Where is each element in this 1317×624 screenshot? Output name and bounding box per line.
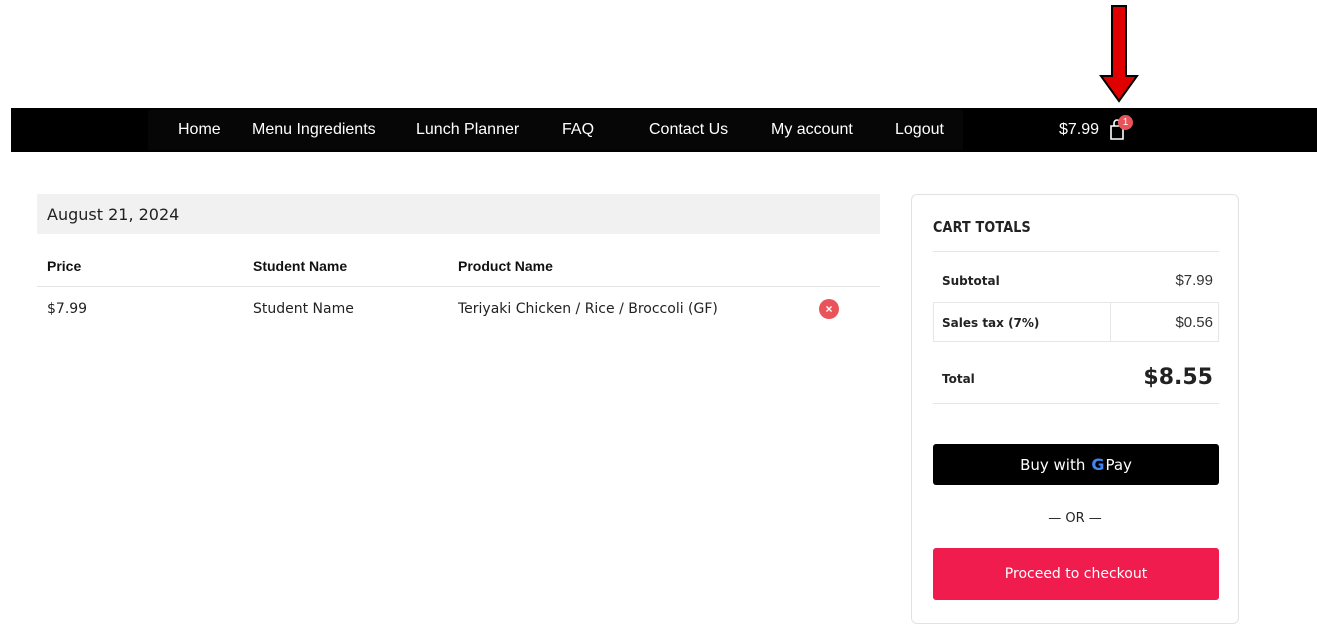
nav-link-my-account[interactable]: My account bbox=[771, 121, 853, 139]
shopping-bag-icon[interactable]: 1 bbox=[1107, 115, 1134, 142]
column-header-product-name: Product Name bbox=[458, 258, 553, 274]
google-pay-button[interactable]: Buy with G Pay bbox=[933, 444, 1219, 485]
divider bbox=[933, 302, 934, 341]
proceed-to-checkout-button[interactable]: Proceed to checkout bbox=[933, 548, 1219, 600]
nav-link-home[interactable]: Home bbox=[178, 121, 221, 139]
divider bbox=[933, 403, 1219, 404]
google-g-icon: G bbox=[1091, 455, 1105, 474]
cart-totals-panel: CART TOTALS Subtotal $7.99 Sales tax (7%… bbox=[911, 194, 1239, 624]
nav-link-faq[interactable]: FAQ bbox=[562, 121, 594, 139]
divider bbox=[933, 302, 1219, 303]
top-navigation-bar: Home Menu Ingredients Lunch Planner FAQ … bbox=[11, 108, 1317, 152]
remove-icon[interactable]: × bbox=[819, 299, 839, 319]
mini-cart[interactable]: $7.99 1 bbox=[1059, 115, 1134, 142]
red-arrow-down-icon bbox=[1099, 5, 1139, 103]
total-label: Total bbox=[942, 372, 975, 386]
divider bbox=[1110, 302, 1111, 341]
row-student-name: Student Name bbox=[253, 301, 354, 317]
or-separator: — OR — bbox=[1048, 511, 1102, 526]
column-header-student-name: Student Name bbox=[253, 258, 348, 274]
nav-menu: Home Menu Ingredients Lunch Planner FAQ … bbox=[148, 110, 963, 150]
sales-tax-label: Sales tax (7%) bbox=[942, 316, 1040, 330]
subtotal-value: $7.99 bbox=[1175, 272, 1213, 289]
row-price: $7.99 bbox=[47, 301, 88, 317]
nav-link-lunch-planner[interactable]: Lunch Planner bbox=[416, 121, 519, 139]
nav-link-contact-us[interactable]: Contact Us bbox=[649, 121, 728, 139]
nav-link-logout[interactable]: Logout bbox=[895, 121, 944, 139]
total-value: $8.55 bbox=[1143, 365, 1213, 390]
subtotal-label: Subtotal bbox=[942, 274, 1000, 288]
divider bbox=[933, 341, 1219, 342]
delivery-date: August 21, 2024 bbox=[47, 205, 180, 224]
mini-cart-total[interactable]: $7.99 bbox=[1059, 121, 1099, 139]
row-product-name: Teriyaki Chicken / Rice / Broccoli (GF) bbox=[458, 301, 718, 317]
column-header-price: Price bbox=[47, 258, 82, 274]
cart-count-badge: 1 bbox=[1118, 115, 1134, 130]
cart-totals-title: CART TOTALS bbox=[933, 218, 1031, 236]
delivery-date-header: August 21, 2024 bbox=[37, 194, 880, 234]
table-divider bbox=[37, 286, 880, 287]
divider bbox=[933, 251, 1219, 252]
gpay-pay-text: Pay bbox=[1105, 455, 1132, 474]
divider bbox=[1218, 302, 1219, 341]
gpay-prefix: Buy with bbox=[1020, 455, 1086, 474]
sales-tax-value: $0.56 bbox=[1175, 314, 1213, 331]
nav-link-menu-ingredients[interactable]: Menu Ingredients bbox=[252, 121, 376, 139]
